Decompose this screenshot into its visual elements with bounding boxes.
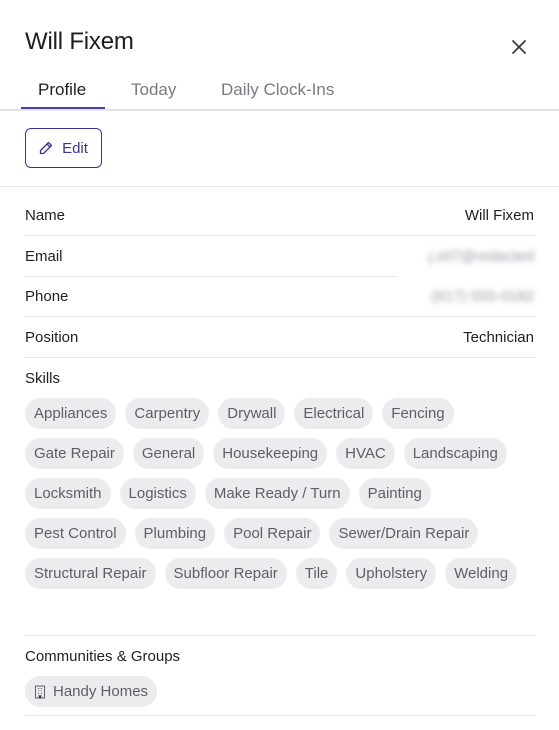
skill-chip: Drywall [218,398,286,429]
row-divider [25,316,535,317]
email-label: Email [25,248,63,265]
phone-label: Phone [25,288,69,305]
skill-chip: Pest Control [25,518,126,549]
skill-chip: Make Ready / Turn [204,478,350,509]
skill-chip: Tile [295,558,338,589]
edit-button[interactable]: Edit [25,128,102,168]
name-label: Name [25,207,66,224]
active-tab-indicator [21,107,105,109]
skill-chip: Electrical [294,398,374,429]
skill-chip: Logistics [119,478,196,509]
phone-value: (617) 555-0182 [431,288,534,305]
skill-chip: Sewer/Drain Repair [329,518,479,549]
skill-chip: Carpentry [125,398,210,429]
skill-chip: HVAC [336,438,395,469]
name-value: Will Fixem [464,207,534,224]
drawer-title: Will Fixem [25,28,134,55]
email-value: j.s07@redacted [428,248,534,265]
skill-chip: Upholstery [346,558,437,589]
skills-label: Skills [25,370,61,387]
skill-chip: Subfloor Repair [164,558,287,589]
communities-list: Handy Homes [25,676,537,707]
tab-profile[interactable]: Profile [38,80,86,100]
pencil-icon [39,141,53,155]
row-divider [25,276,397,277]
community-chip: Handy Homes [25,676,158,707]
section-divider [0,186,559,187]
skill-chip: Welding [445,558,518,589]
position-value: Technician [463,329,534,346]
edit-button-label: Edit [62,139,88,157]
row-divider [25,235,535,236]
skill-chip: Landscaping [403,438,507,469]
skill-chip: Plumbing [134,518,216,549]
skill-chip: Painting [358,478,431,509]
skill-chip: Fencing [382,398,454,429]
building-icon [34,684,46,699]
skill-chip: General [132,438,205,469]
skill-chip: Pool Repair [224,518,321,549]
close-button[interactable] [506,34,532,60]
tab-daily-clock-ins[interactable]: Daily Clock-Ins [221,80,334,100]
communities-label: Communities & Groups [25,648,181,665]
skill-chip: Structural Repair [25,558,156,589]
skill-chip: Locksmith [25,478,111,509]
row-divider [25,715,535,716]
row-divider [25,357,535,358]
row-divider [25,635,535,636]
close-icon[interactable] [511,39,527,55]
position-label: Position [25,329,79,346]
tab-today[interactable]: Today [131,80,176,100]
skill-chip: Appliances [25,398,117,429]
skills-list: Appliances Carpentry Drywall Electrical … [25,398,537,589]
skill-chip: Gate Repair [25,438,124,469]
tab-bar: Profile Today Daily Clock-Ins [0,70,559,111]
skill-chip: Housekeeping [213,438,328,469]
community-chip-label: Handy Homes [53,683,149,700]
